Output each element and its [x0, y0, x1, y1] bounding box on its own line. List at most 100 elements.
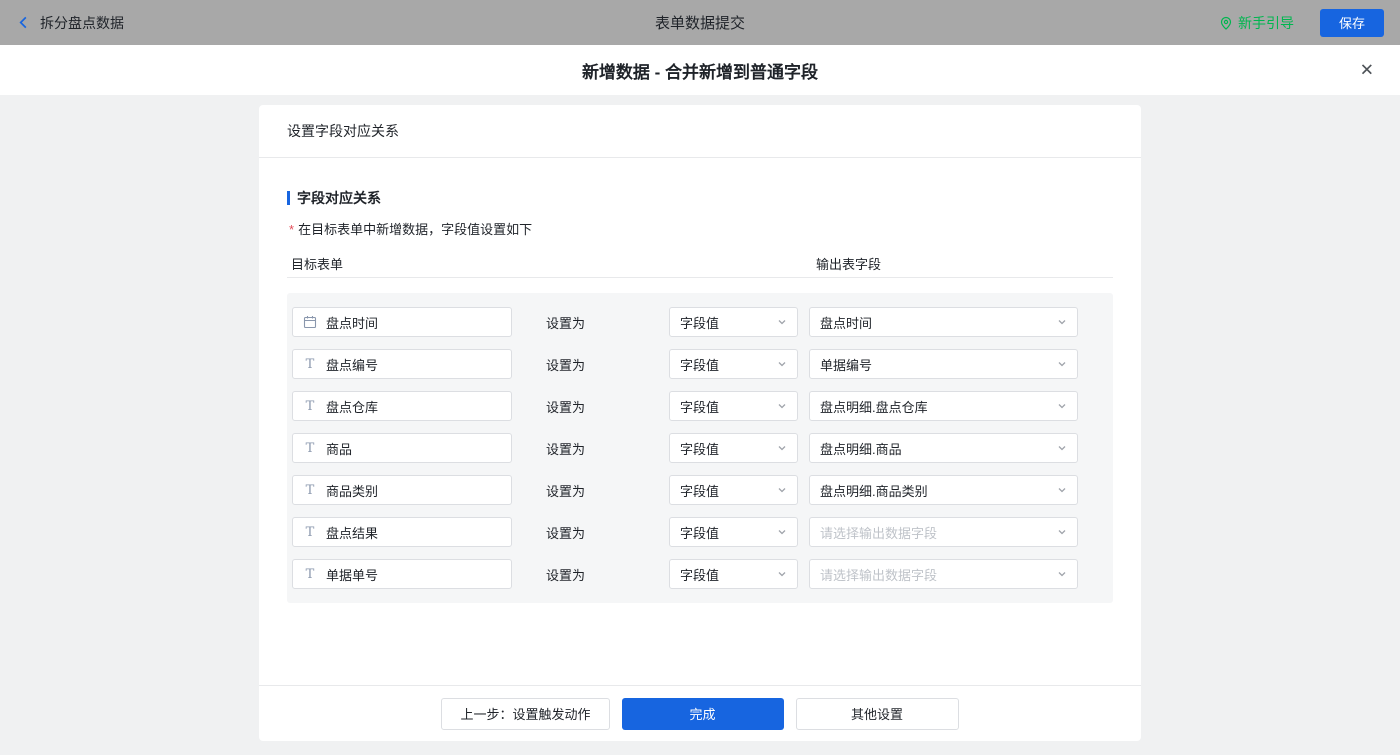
- text-field-icon: T: [303, 442, 317, 455]
- dialog-body: 设置字段对应关系 字段对应关系 * 在目标表单中新增数据，字段值设置如下 目标表单…: [0, 95, 1400, 755]
- card-title: 设置字段对应关系: [259, 105, 1141, 158]
- chevron-down-icon: [777, 401, 787, 411]
- value-mode-select-value: 字段值: [680, 565, 719, 584]
- chevron-down-icon: [1057, 317, 1067, 327]
- value-mode-select-value: 字段值: [680, 355, 719, 374]
- back-button[interactable]: 拆分盘点数据: [16, 13, 124, 33]
- output-field-select[interactable]: 请选择输出数据字段: [809, 559, 1078, 589]
- card-footer: 上一步：设置触发动作 完成 其他设置: [259, 685, 1141, 741]
- other-settings-button[interactable]: 其他设置: [796, 698, 959, 730]
- required-asterisk: *: [289, 222, 294, 237]
- target-field-label: 盘点时间: [326, 313, 378, 332]
- set-as-label: 设置为: [512, 481, 669, 500]
- value-mode-select[interactable]: 字段值: [669, 517, 798, 547]
- save-button[interactable]: 保存: [1320, 9, 1384, 37]
- target-field-box[interactable]: T 单据单号: [292, 559, 512, 589]
- mapping-row: T盘点结果设置为字段值请选择输出数据字段: [292, 517, 1113, 547]
- target-field-box[interactable]: T 商品: [292, 433, 512, 463]
- target-field-box[interactable]: T盘点仓库: [292, 391, 512, 421]
- value-mode-select[interactable]: 字段值: [669, 349, 798, 379]
- set-as-label: 设置为: [512, 439, 669, 458]
- chevron-down-icon: [777, 527, 787, 537]
- beginner-guide-label: 新手引导: [1238, 13, 1294, 33]
- chevron-left-icon: [16, 15, 31, 30]
- mapping-row: T 单据单号 设置为字段值 请选择输出数据字段: [292, 559, 1113, 589]
- section-title: 字段对应关系: [287, 188, 1113, 208]
- topbar: 拆分盘点数据 表单数据提交 新手引导 保存: [0, 0, 1400, 45]
- mapping-rows: 盘点时间设置为字段值盘点时间T盘点编号设置为字段值单据编号T盘点仓库设置为字段值…: [287, 293, 1113, 603]
- calendar-icon: [303, 315, 317, 329]
- chevron-down-icon: [1057, 359, 1067, 369]
- target-field-box[interactable]: T盘点结果: [292, 517, 512, 547]
- mapping-row: T 盘点编号 设置为字段值 单据编号: [292, 349, 1113, 379]
- text-field-icon: T: [303, 484, 317, 497]
- output-field-select-value: 盘点明细.商品类别: [820, 481, 928, 500]
- output-field-select-value: 盘点明细.商品: [820, 439, 902, 458]
- target-field-box[interactable]: T商品类别: [292, 475, 512, 505]
- chevron-down-icon: [777, 569, 787, 579]
- set-as-label: 设置为: [512, 313, 669, 332]
- target-field-label: 商品: [326, 439, 352, 458]
- chevron-down-icon: [1057, 527, 1067, 537]
- value-mode-select[interactable]: 字段值: [669, 391, 798, 421]
- output-field-select[interactable]: 盘点明细.盘点仓库: [809, 391, 1078, 421]
- previous-step-button[interactable]: 上一步：设置触发动作: [441, 698, 609, 730]
- text-field-icon: T: [303, 358, 317, 371]
- beginner-guide-link[interactable]: 新手引导: [1219, 13, 1294, 33]
- value-mode-select[interactable]: 字段值: [669, 475, 798, 505]
- chevron-down-icon: [1057, 401, 1067, 411]
- mapping-row: T商品类别设置为字段值 盘点明细.商品类别: [292, 475, 1113, 505]
- chevron-down-icon: [777, 359, 787, 369]
- text-field-icon: T: [303, 568, 317, 581]
- output-field-select[interactable]: 盘点明细.商品: [809, 433, 1078, 463]
- output-field-select[interactable]: 单据编号: [809, 349, 1078, 379]
- field-mapping-card: 设置字段对应关系 字段对应关系 * 在目标表单中新增数据，字段值设置如下 目标表单…: [259, 105, 1141, 741]
- target-field-label: 单据单号: [326, 565, 378, 584]
- chevron-down-icon: [777, 485, 787, 495]
- value-mode-select[interactable]: 字段值: [669, 559, 798, 589]
- dialog-header: 新增数据 - 合并新增到普通字段 ✕: [0, 45, 1400, 95]
- text-field-icon: T: [303, 526, 317, 539]
- chevron-down-icon: [1057, 485, 1067, 495]
- value-mode-select[interactable]: 字段值: [669, 307, 798, 337]
- section-title-label: 字段对应关系: [297, 188, 381, 208]
- value-mode-select[interactable]: 字段值: [669, 433, 798, 463]
- chevron-down-icon: [1057, 569, 1067, 579]
- column-header-target-form: 目标表单: [291, 254, 343, 273]
- dialog-title: 新增数据 - 合并新增到普通字段: [582, 58, 818, 83]
- mapping-row: T盘点仓库设置为字段值 盘点明细.盘点仓库: [292, 391, 1113, 421]
- output-field-select[interactable]: 请选择输出数据字段: [809, 517, 1078, 547]
- done-button[interactable]: 完成: [622, 698, 784, 730]
- column-headers: 目标表单 输出表字段: [287, 254, 1113, 278]
- note-text: 在目标表单中新增数据，字段值设置如下: [298, 222, 532, 237]
- output-field-select[interactable]: 盘点明细.商品类别: [809, 475, 1078, 505]
- output-field-select[interactable]: 盘点时间: [809, 307, 1078, 337]
- value-mode-select-value: 字段值: [680, 523, 719, 542]
- close-icon[interactable]: ✕: [1360, 62, 1374, 79]
- target-field-label: 盘点仓库: [326, 397, 378, 416]
- section-note: * 在目标表单中新增数据，字段值设置如下: [287, 219, 1113, 238]
- target-field-box[interactable]: T 盘点编号: [292, 349, 512, 379]
- section-accent-bar: [287, 191, 290, 205]
- topbar-title: 表单数据提交: [655, 12, 745, 33]
- set-as-label: 设置为: [512, 565, 669, 584]
- topbar-actions: 新手引导 保存: [1219, 9, 1384, 37]
- chevron-down-icon: [777, 317, 787, 327]
- target-field-label: 盘点编号: [326, 355, 378, 374]
- value-mode-select-value: 字段值: [680, 481, 719, 500]
- target-field-box[interactable]: 盘点时间: [292, 307, 512, 337]
- output-field-select-value: 盘点明细.盘点仓库: [820, 397, 928, 416]
- location-pin-icon: [1219, 16, 1233, 30]
- back-label: 拆分盘点数据: [40, 13, 124, 33]
- chevron-down-icon: [777, 443, 787, 453]
- mapping-row: T 商品 设置为字段值 盘点明细.商品: [292, 433, 1113, 463]
- set-as-label: 设置为: [512, 397, 669, 416]
- column-header-output-fields: 输出表字段: [816, 254, 881, 273]
- set-as-label: 设置为: [512, 355, 669, 374]
- output-field-select-value: 盘点时间: [820, 313, 872, 332]
- value-mode-select-value: 字段值: [680, 313, 719, 332]
- value-mode-select-value: 字段值: [680, 397, 719, 416]
- output-field-select-value: 请选择输出数据字段: [820, 565, 937, 584]
- output-field-select-value: 请选择输出数据字段: [820, 523, 937, 542]
- output-field-select-value: 单据编号: [820, 355, 872, 374]
